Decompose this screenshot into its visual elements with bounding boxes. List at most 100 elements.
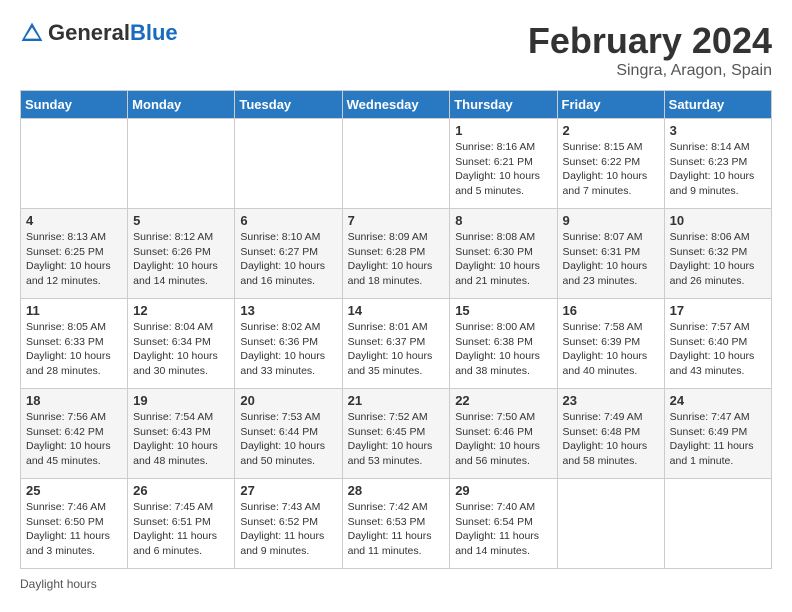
day-info: Sunrise: 8:09 AM Sunset: 6:28 PM Dayligh… — [348, 230, 445, 289]
day-cell: 16 Sunrise: 7:58 AM Sunset: 6:39 PM Dayli… — [557, 299, 664, 389]
week-row-4: 18Sunrise: 7:56 AM Sunset: 6:42 PM Dayli… — [21, 389, 772, 479]
day-info: Sunrise: 7:56 AM Sunset: 6:42 PM Dayligh… — [26, 410, 122, 469]
day-info: Sunrise: 8:06 AM Sunset: 6:32 PM Dayligh… — [670, 230, 766, 289]
calendar-table: SundayMondayTuesdayWednesdayThursdayFrid… — [20, 90, 772, 569]
day-info: Sunrise: 8:16 AM Sunset: 6:21 PM Dayligh… — [455, 140, 551, 199]
day-cell: 23 Sunrise: 7:49 AM Sunset: 6:48 PM Dayli… — [557, 389, 664, 479]
day-info: Sunrise: 8:01 AM Sunset: 6:37 PM Dayligh… — [348, 320, 445, 379]
day-info: Sunrise: 7:49 AM Sunset: 6:48 PM Dayligh… — [563, 410, 659, 469]
day-info: Sunrise: 7:40 AM Sunset: 6:54 PM Dayligh… — [455, 500, 551, 559]
day-number: 15 — [455, 303, 551, 318]
day-cell: 29Sunrise: 7:40 AM Sunset: 6:54 PM Dayli… — [450, 479, 557, 569]
day-cell: 9 Sunrise: 8:07 AM Sunset: 6:31 PM Daylig… — [557, 209, 664, 299]
day-info: Sunrise: 8:08 AM Sunset: 6:30 PM Dayligh… — [455, 230, 551, 289]
logo: GeneralBlue — [20, 20, 178, 46]
week-row-1: 1 Sunrise: 8:16 AM Sunset: 6:21 PM Daylig… — [21, 119, 772, 209]
day-number: 6 — [240, 213, 336, 228]
day-cell: 17Sunrise: 7:57 AM Sunset: 6:40 PM Dayli… — [664, 299, 771, 389]
header-row: SundayMondayTuesdayWednesdayThursdayFrid… — [21, 91, 772, 119]
day-number: 26 — [133, 483, 229, 498]
column-header-monday: Monday — [128, 91, 235, 119]
logo-blue: Blue — [130, 20, 178, 45]
day-number: 9 — [563, 213, 659, 228]
day-number: 12 — [133, 303, 229, 318]
day-number: 4 — [26, 213, 122, 228]
day-cell: 26 Sunrise: 7:45 AM Sunset: 6:51 PM Dayli… — [128, 479, 235, 569]
logo-icon — [20, 21, 44, 45]
day-number: 16 — [563, 303, 659, 318]
day-info: Sunrise: 8:02 AM Sunset: 6:36 PM Dayligh… — [240, 320, 336, 379]
logo-general: General — [48, 20, 130, 45]
day-info: Sunrise: 8:10 AM Sunset: 6:27 PM Dayligh… — [240, 230, 336, 289]
day-number: 20 — [240, 393, 336, 408]
day-cell — [128, 119, 235, 209]
day-info: Sunrise: 8:14 AM Sunset: 6:23 PM Dayligh… — [670, 140, 766, 199]
week-row-2: 4 Sunrise: 8:13 AM Sunset: 6:25 PM Daylig… — [21, 209, 772, 299]
day-number: 14 — [348, 303, 445, 318]
day-cell: 5 Sunrise: 8:12 AM Sunset: 6:26 PM Daylig… — [128, 209, 235, 299]
day-number: 2 — [563, 123, 659, 138]
day-cell: 4 Sunrise: 8:13 AM Sunset: 6:25 PM Daylig… — [21, 209, 128, 299]
day-cell — [342, 119, 450, 209]
day-info: Sunrise: 7:53 AM Sunset: 6:44 PM Dayligh… — [240, 410, 336, 469]
day-info: Sunrise: 7:43 AM Sunset: 6:52 PM Dayligh… — [240, 500, 336, 559]
day-number: 22 — [455, 393, 551, 408]
day-cell: 18Sunrise: 7:56 AM Sunset: 6:42 PM Dayli… — [21, 389, 128, 479]
day-cell: 27 Sunrise: 7:43 AM Sunset: 6:52 PM Dayli… — [235, 479, 342, 569]
day-number: 11 — [26, 303, 122, 318]
day-number: 5 — [133, 213, 229, 228]
day-info: Sunrise: 8:07 AM Sunset: 6:31 PM Dayligh… — [563, 230, 659, 289]
day-cell — [664, 479, 771, 569]
footer-note: Daylight hours — [20, 577, 772, 591]
location-title: Singra, Aragon, Spain — [528, 62, 772, 80]
day-number: 24 — [670, 393, 766, 408]
day-number: 21 — [348, 393, 445, 408]
day-info: Sunrise: 7:57 AM Sunset: 6:40 PM Dayligh… — [670, 320, 766, 379]
day-number: 1 — [455, 123, 551, 138]
day-number: 23 — [563, 393, 659, 408]
day-cell — [557, 479, 664, 569]
day-number: 13 — [240, 303, 336, 318]
day-cell: 7 Sunrise: 8:09 AM Sunset: 6:28 PM Daylig… — [342, 209, 450, 299]
day-info: Sunrise: 7:45 AM Sunset: 6:51 PM Dayligh… — [133, 500, 229, 559]
day-number: 27 — [240, 483, 336, 498]
day-cell: 13 Sunrise: 8:02 AM Sunset: 6:36 PM Dayli… — [235, 299, 342, 389]
day-number: 28 — [348, 483, 445, 498]
day-number: 3 — [670, 123, 766, 138]
day-cell: 14 Sunrise: 8:01 AM Sunset: 6:37 PM Dayli… — [342, 299, 450, 389]
day-cell — [235, 119, 342, 209]
day-cell: 21 Sunrise: 7:52 AM Sunset: 6:45 PM Dayli… — [342, 389, 450, 479]
column-header-sunday: Sunday — [21, 91, 128, 119]
column-header-tuesday: Tuesday — [235, 91, 342, 119]
month-title: February 2024 — [528, 20, 772, 62]
day-info: Sunrise: 8:12 AM Sunset: 6:26 PM Dayligh… — [133, 230, 229, 289]
day-cell: 25 Sunrise: 7:46 AM Sunset: 6:50 PM Dayli… — [21, 479, 128, 569]
day-number: 19 — [133, 393, 229, 408]
day-cell: 20 Sunrise: 7:53 AM Sunset: 6:44 PM Dayli… — [235, 389, 342, 479]
day-info: Sunrise: 7:47 AM Sunset: 6:49 PM Dayligh… — [670, 410, 766, 469]
day-info: Sunrise: 7:42 AM Sunset: 6:53 PM Dayligh… — [348, 500, 445, 559]
day-cell: 19 Sunrise: 7:54 AM Sunset: 6:43 PM Dayli… — [128, 389, 235, 479]
week-row-3: 11Sunrise: 8:05 AM Sunset: 6:33 PM Dayli… — [21, 299, 772, 389]
day-cell: 22Sunrise: 7:50 AM Sunset: 6:46 PM Dayli… — [450, 389, 557, 479]
header: GeneralBlue February 2024 Singra, Aragon… — [20, 20, 772, 80]
title-section: February 2024 Singra, Aragon, Spain — [528, 20, 772, 80]
day-number: 7 — [348, 213, 445, 228]
day-info: Sunrise: 8:04 AM Sunset: 6:34 PM Dayligh… — [133, 320, 229, 379]
day-info: Sunrise: 8:13 AM Sunset: 6:25 PM Dayligh… — [26, 230, 122, 289]
day-info: Sunrise: 7:58 AM Sunset: 6:39 PM Dayligh… — [563, 320, 659, 379]
day-info: Sunrise: 7:46 AM Sunset: 6:50 PM Dayligh… — [26, 500, 122, 559]
column-header-wednesday: Wednesday — [342, 91, 450, 119]
day-info: Sunrise: 8:00 AM Sunset: 6:38 PM Dayligh… — [455, 320, 551, 379]
day-info: Sunrise: 7:52 AM Sunset: 6:45 PM Dayligh… — [348, 410, 445, 469]
day-cell: 2Sunrise: 8:15 AM Sunset: 6:22 PM Daylig… — [557, 119, 664, 209]
day-info: Sunrise: 7:54 AM Sunset: 6:43 PM Dayligh… — [133, 410, 229, 469]
day-cell: 1 Sunrise: 8:16 AM Sunset: 6:21 PM Daylig… — [450, 119, 557, 209]
day-number: 25 — [26, 483, 122, 498]
column-header-thursday: Thursday — [450, 91, 557, 119]
day-cell: 6 Sunrise: 8:10 AM Sunset: 6:27 PM Daylig… — [235, 209, 342, 299]
day-cell — [21, 119, 128, 209]
column-header-friday: Friday — [557, 91, 664, 119]
daylight-label: Daylight hours — [20, 577, 97, 591]
day-number: 10 — [670, 213, 766, 228]
